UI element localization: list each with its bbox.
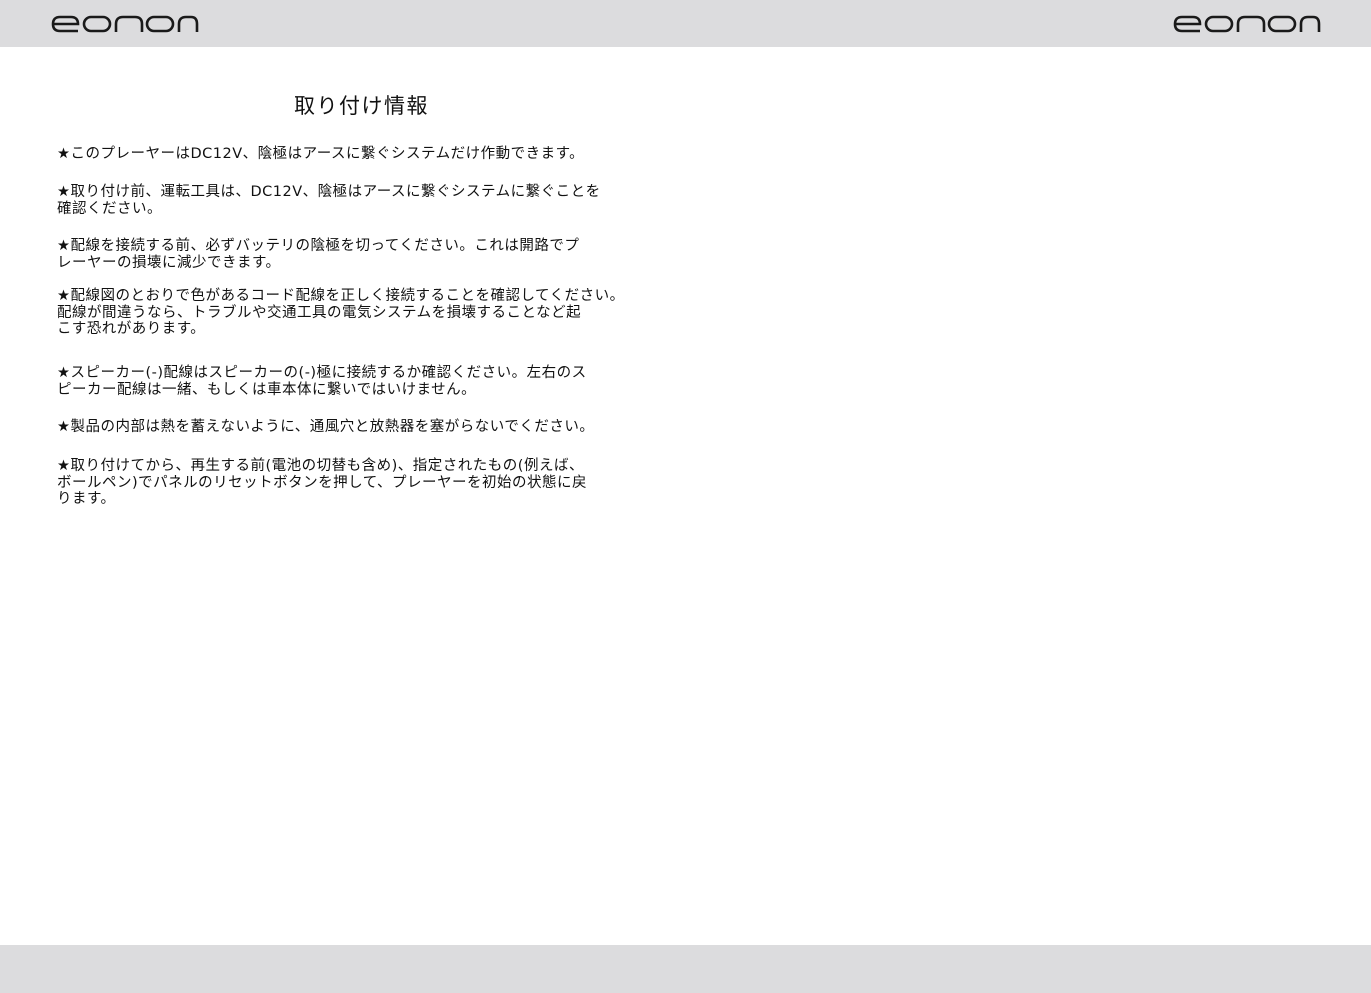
note-item: ★取り付け前、運転工具は、DC12V、陰極はアースに繋ぐシステムに繋ぐことを 確… [57, 184, 601, 217]
page-title: 取り付け情報 [294, 94, 429, 118]
note-item: ★取り付けてから、再生する前(電池の切替も含め)、指定されたもの(例えば、 ボー… [57, 458, 587, 507]
note-item: ★スピーカー(-)配線はスピーカーの(-)極に接続するか確認ください。左右のス … [57, 365, 587, 398]
note-item: ★配線を接続する前、必ずバッテリの陰極を切ってください。これは開路でプ レーヤー… [57, 238, 580, 271]
brand-logo-left [51, 13, 199, 35]
note-item: ★このプレーヤーはDC12V、陰極はアースに繋ぐシステムだけ作動できます。 [57, 146, 585, 162]
eonon-logo-icon [51, 15, 199, 33]
header-band [0, 0, 1371, 47]
note-item: ★製品の内部は熱を蓄えないように、通風穴と放熱器を塞がらないでください。 [57, 419, 595, 435]
manual-page: 取り付け情報 ★このプレーヤーはDC12V、陰極はアースに繋ぐシステムだけ作動で… [0, 0, 1371, 993]
brand-logo-right [1173, 13, 1321, 35]
note-item: ★配線図のとおりで色があるコード配線を正しく接続することを確認してください。 配… [57, 288, 625, 337]
footer-band [0, 945, 1371, 993]
eonon-logo-icon [1173, 15, 1321, 33]
